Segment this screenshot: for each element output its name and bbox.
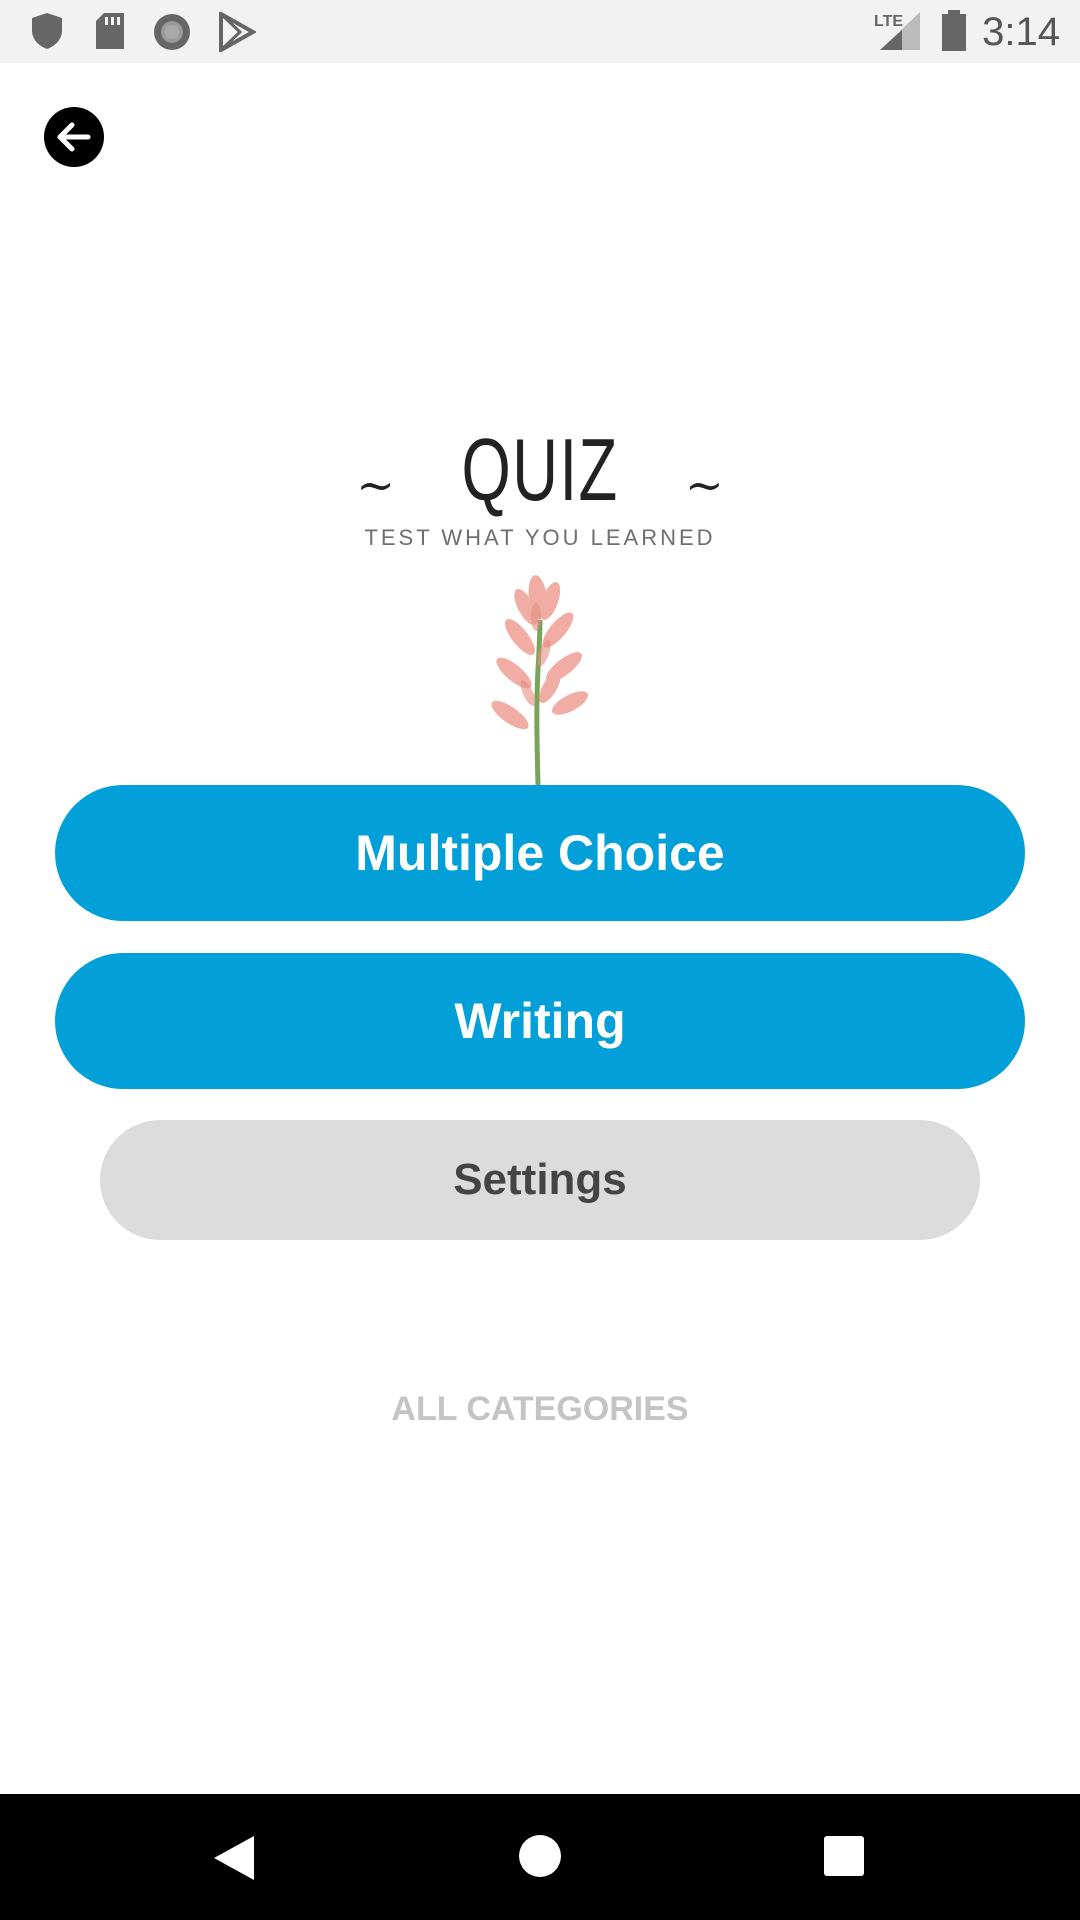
back-button[interactable] (44, 107, 104, 167)
back-triangle-icon[interactable] (212, 1834, 256, 1887)
arrow-left-icon (57, 122, 91, 152)
title-dash-right: ~ (685, 458, 724, 512)
writing-button[interactable]: Writing (55, 953, 1025, 1089)
multiple-choice-label: Multiple Choice (355, 825, 725, 881)
flower-illustration (491, 575, 589, 785)
page-subtitle: TEST WHAT YOU LEARNED (364, 525, 716, 550)
quiz-screen: LTE 3:14 ~ QUIZ ~ TEST WHAT YOU LEARNED (0, 0, 1080, 1920)
sd-card-icon (94, 12, 126, 55)
page-title: QUIZ (461, 420, 619, 519)
navigation-bar (0, 1794, 1080, 1920)
settings-label: Settings (453, 1155, 627, 1204)
recents-square-icon[interactable] (824, 1836, 864, 1881)
play-store-icon (218, 10, 258, 57)
title-row: ~ QUIZ ~ (0, 420, 1080, 520)
title-dash-left: ~ (356, 458, 395, 512)
shield-icon (30, 12, 64, 55)
status-bar: LTE 3:14 (0, 0, 1080, 63)
status-time: 3:14 (982, 10, 1060, 54)
home-circle-icon[interactable] (518, 1834, 562, 1883)
record-icon (152, 12, 192, 57)
multiple-choice-button[interactable]: Multiple Choice (55, 785, 1025, 921)
signal-icon: LTE (872, 10, 922, 57)
network-label: LTE (874, 13, 903, 30)
settings-button[interactable]: Settings (100, 1120, 980, 1240)
writing-label: Writing (454, 993, 626, 1049)
battery-icon (940, 10, 968, 57)
all-categories-link[interactable]: ALL CATEGORIES (0, 1390, 1080, 1429)
